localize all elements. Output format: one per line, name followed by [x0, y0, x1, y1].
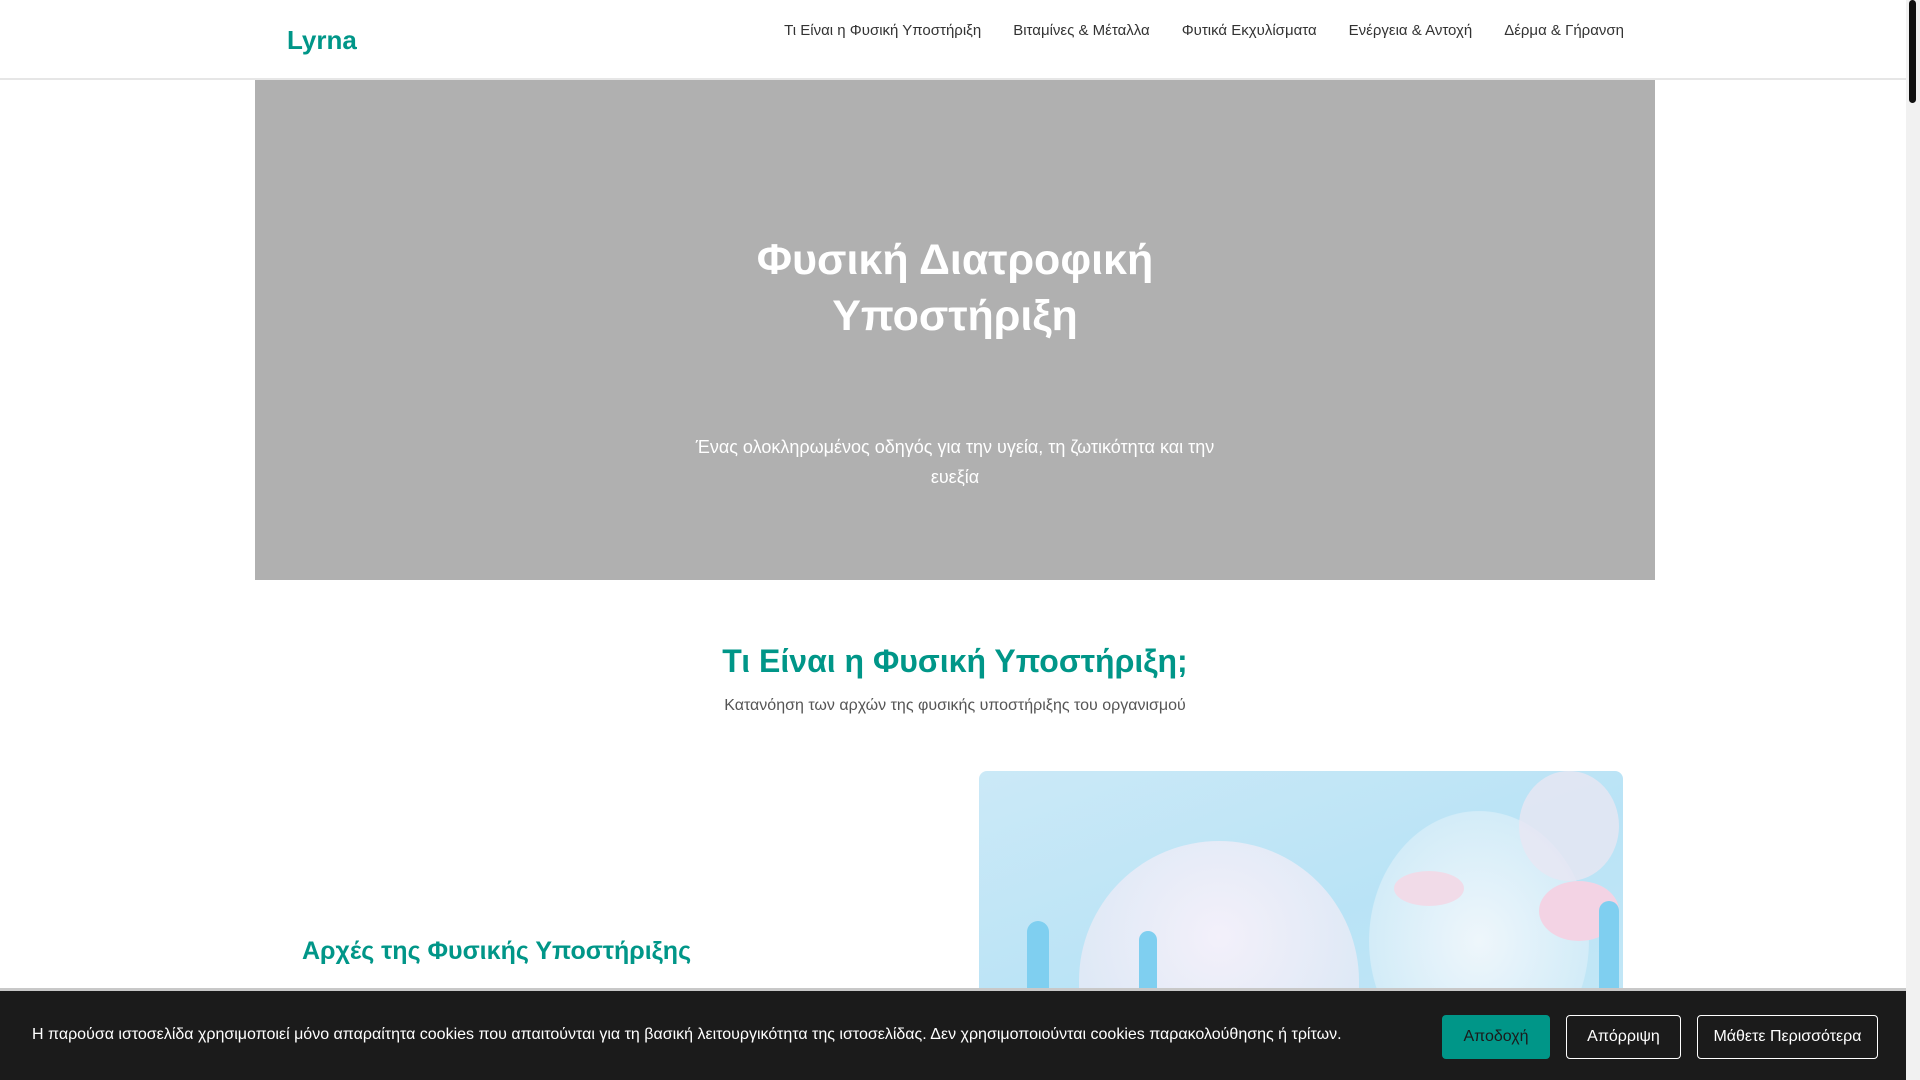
hero-title: Φυσική Διατροφική Υποστήριξη: [756, 236, 1154, 340]
nav-skin[interactable]: Δέρμα & Γήρανση: [1504, 22, 1624, 39]
section-title: Τι Είναι η Φυσική Υποστήριξη;: [722, 643, 1188, 679]
nav-what-is[interactable]: Τι Είναι η Φυσική Υποστήριξη: [784, 22, 981, 39]
cookie-message: Η παρούσα ιστοσελίδα χρησιμοποιεί μόνο α…: [32, 1026, 1342, 1043]
hero-subtitle: Ένας ολοκληρωμένος οδηγός για την υγεία,…: [695, 437, 1215, 487]
scrollbar[interactable]: [1906, 0, 1920, 1080]
hero-banner: Φυσική Διατροφική Υποστήριξη Ένας ολοκλη…: [255, 80, 1655, 580]
principles-heading: Αρχές της Φυσικής Υποστήριξης: [302, 937, 692, 965]
site-header: Lyrna Τι Είναι η Φυσική Υποστήριξη Βιταμ…: [0, 0, 1906, 80]
nav-vitamins[interactable]: Βιταμίνες & Μέταλλα: [1013, 22, 1149, 39]
reject-cookies-button[interactable]: Απόρριψη: [1566, 1015, 1681, 1059]
section-subtitle: Κατανόηση των αρχών της φυσικής υποστήρι…: [724, 697, 1186, 714]
nav-energy[interactable]: Ενέργεια & Αντοχή: [1349, 22, 1473, 39]
main-nav: Τι Είναι η Φυσική Υποστήριξη Βιταμίνες &…: [784, 22, 1624, 39]
nav-herbal[interactable]: Φυτικά Εκχυλίσματα: [1182, 22, 1317, 39]
logo[interactable]: Lyrna: [287, 25, 357, 56]
scrollbar-thumb[interactable]: [1909, 0, 1916, 103]
accept-cookies-button[interactable]: Αποδοχή: [1442, 1015, 1550, 1059]
cookie-banner: Η παρούσα ιστοσελίδα χρησιμοποιεί μόνο α…: [0, 988, 1910, 1080]
learn-more-button[interactable]: Μάθετε Περισσότερα: [1697, 1015, 1878, 1059]
